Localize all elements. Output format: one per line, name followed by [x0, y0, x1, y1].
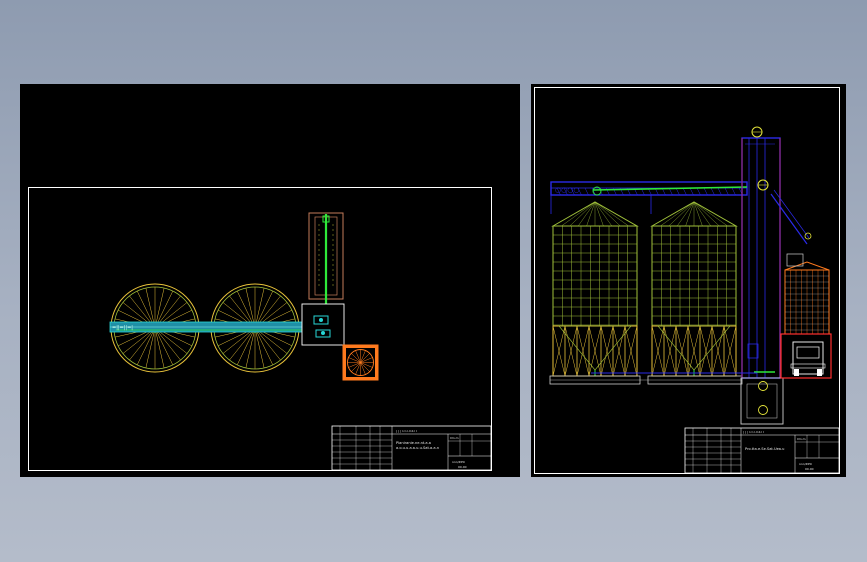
- silo-elevation-1: [551, 201, 639, 377]
- elevation-border: [534, 87, 840, 474]
- elevation-view-sheet: ○○○○ | | | l.l l.l.ll.ll.l l Pro.tta.e.S…: [531, 84, 846, 477]
- plan-tb-no: 00.00: [458, 465, 467, 469]
- elevation-title-block: | | | l.l l.l.ll.ll.l l Pro.tta.e.Se.Sat…: [684, 427, 840, 474]
- plan-tb-title-1: Planiranie.ne.nt.a.a: [396, 441, 431, 445]
- silo-foundation: [549, 375, 743, 385]
- elev-tb-title-1: Pro.tta.e.Se.Sat.Uea.u: [745, 447, 784, 451]
- plan-tb-code: nnn/P.P0: [452, 460, 465, 464]
- elev-tb-field: Ilm.m: [797, 437, 806, 441]
- plan-title-block: | | | l.l l.l.ll.ll.l l Planiranie.ne.nt…: [331, 425, 492, 471]
- plan-tb-field: Ilm.m: [450, 436, 459, 440]
- plan-view-drawing: =||=||=| | | | l.l l.l.ll.ll.l l Planira…: [28, 187, 492, 471]
- plan-vertical-conveyor: [308, 212, 344, 309]
- elev-tb-rev: | | | l.l l.l.ll.ll.l l: [743, 430, 764, 434]
- plan-view-sheet: =||=||=| | | | l.l l.l.ll.ll.l l Planira…: [20, 84, 520, 477]
- svg-text:=||=||=|: =||=||=|: [112, 325, 133, 331]
- plan-horizontal-conveyor: =||=||=|: [109, 321, 319, 333]
- elev-tb-no: 00.00: [805, 467, 814, 471]
- plan-dryer-unit: [342, 344, 379, 381]
- silo-elevation-2: [650, 201, 738, 377]
- svg-text:○○○○: ○○○○: [555, 186, 579, 194]
- plan-tb-rev: | | | l.l l.l.ll.ll.l l: [396, 429, 417, 433]
- elevation-view-drawing: ○○○○ | | | l.l l.l.ll.ll.l l Pro.tta.e.S…: [534, 87, 840, 474]
- truck-intake: [790, 341, 826, 376]
- elev-tb-code: nnn/P.P0: [799, 462, 812, 466]
- plan-tb-title-2: a.o.u.u.a.a.u.u.Sat.a.a.n: [396, 446, 439, 450]
- top-conveyor-gallery: ○○○○: [550, 181, 748, 214]
- plan-junction-box: [301, 303, 345, 346]
- bucket-elevator-tower: [741, 126, 812, 379]
- grain-dryer: [780, 253, 832, 379]
